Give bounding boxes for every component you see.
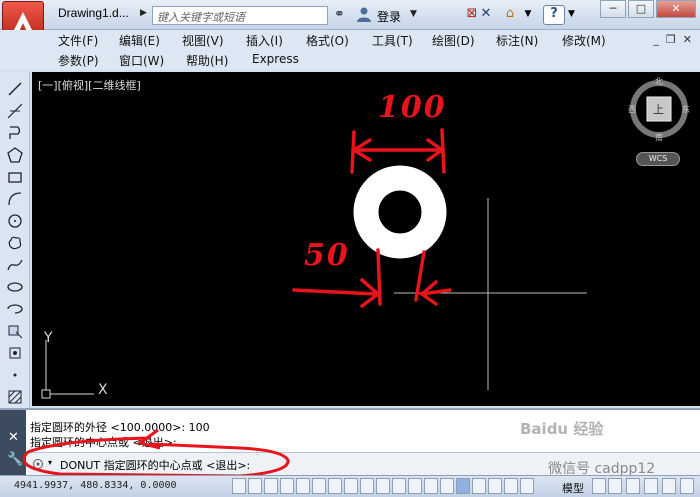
polyline-icon[interactable] [6,124,24,142]
menu-express[interactable]: Express [252,52,299,66]
status-bar: 4941.9937, 480.8334, 0.0000 模型 [0,475,700,497]
user-icon[interactable] [356,6,372,22]
object-snap-tracking-icon[interactable] [328,478,342,494]
arc-icon[interactable] [6,190,24,208]
dynamic-input-icon[interactable] [360,478,374,494]
ucs-x-label: X [98,382,108,398]
chevron-down-icon[interactable]: ▼ [410,9,417,19]
polar-tracking-icon[interactable] [280,478,294,494]
menu-tools[interactable]: 工具(T) [372,32,413,49]
layout-icon[interactable] [472,478,486,494]
annotation-monitor-icon[interactable] [440,478,454,494]
wcs-menu[interactable]: WCS [636,152,680,166]
minimize-button[interactable]: ─ [600,0,626,18]
menu-format[interactable]: 格式(O) [306,32,349,49]
insert-block-icon[interactable] [6,322,24,340]
line-icon[interactable] [6,80,24,98]
viewport-icon[interactable] [626,478,640,494]
quick-properties-icon[interactable] [408,478,422,494]
lock-icon[interactable] [662,478,676,494]
lineweight-icon[interactable] [376,478,390,494]
annotation-inner-dim-text: 50 [304,238,350,273]
3d-object-snap-icon[interactable] [312,478,326,494]
spline-icon[interactable] [6,256,24,274]
grid-toggle-icon[interactable] [456,478,470,494]
donut-shape [353,165,447,259]
annotation-outer-dim-text: 100 [378,90,447,125]
model-space-button[interactable]: 模型 [562,480,584,496]
grid-display-icon[interactable] [248,478,262,494]
circle-icon[interactable] [6,212,24,230]
point-icon[interactable] [6,366,24,384]
menu-insert[interactable]: 插入(I) [246,32,283,49]
autocad-window: Drawing1.d... ▶ 键入关键字或短语 ⚭ 登录 ▼ ⊠ ✕ ⌂ ▼ … [0,0,700,497]
viewcube-north[interactable]: 北 [655,76,663,87]
help-button[interactable]: ? [543,5,565,25]
menu-window[interactable]: 窗口(W) [119,52,164,69]
selection-cycling-icon[interactable] [424,478,438,494]
menu-parametric[interactable]: 参数(P) [58,52,99,69]
rectangle-icon[interactable] [6,168,24,186]
ucs-icon [41,340,94,399]
close-button[interactable]: ✕ [656,0,696,18]
ellipse-arc-icon[interactable] [6,300,24,318]
doc-close-icon[interactable]: ✕ [683,33,692,46]
doc-restore-icon[interactable]: ❐ [666,33,676,46]
menu-bar: 文件(F) 编辑(E) 视图(V) 插入(I) 格式(O) 工具(T) 绘图(D… [0,30,700,70]
transparency-icon[interactable] [392,478,406,494]
snap-mode-icon[interactable] [232,478,246,494]
viewcube-top-face[interactable]: 上 [653,101,664,117]
hatch-icon[interactable] [6,388,24,406]
command-window: ✕ 🔧 指定圆环的外径 <100.0000>: 100 指定圆环的中心点或 <退… [0,408,700,477]
drawing-layer [41,128,587,399]
viewcube-south[interactable]: 南 [655,132,663,143]
make-block-icon[interactable] [6,344,24,362]
watermark-brand: Baidu 经验 [520,420,604,438]
binoculars-icon[interactable]: ⚭ [334,7,345,22]
dynamic-ucs-icon[interactable] [344,478,358,494]
layout-2-icon[interactable] [608,478,622,494]
construction-line-icon[interactable] [6,102,24,120]
zoom-icon[interactable] [520,478,534,494]
workspace-icon[interactable] [644,478,658,494]
viewcube-west[interactable]: 西 [628,104,636,115]
layout-1-icon[interactable] [592,478,606,494]
menu-help[interactable]: 帮助(H) [186,52,228,69]
ellipse-icon[interactable] [6,278,24,296]
fullscreen-icon[interactable] [680,478,694,494]
drawing-canvas[interactable]: [一][俯视][二维线框] 100 50 Y X 北 南 东 西 上 WCS [32,72,700,406]
document-title: Drawing1.d... [58,6,129,20]
polygon-icon[interactable] [6,146,24,164]
chevron-down-icon[interactable]: ▼ [568,9,575,19]
link-icon[interactable]: ⌂ [502,6,518,22]
cursor-coordinates: 4941.9937, 480.8334, 0.0000 [14,480,177,491]
pan-icon[interactable] [504,478,518,494]
doc-minimize-icon[interactable]: _ [653,33,659,46]
maximize-button[interactable]: □ [628,0,654,18]
menu-edit[interactable]: 编辑(E) [119,32,160,49]
title-expand-icon[interactable]: ▶ [140,8,150,20]
draw-toolbar [0,72,30,412]
ucs-y-label: Y [44,330,53,346]
menu-modify[interactable]: 修改(M) [562,32,606,49]
mdi-window-controls: _ ❐ ✕ [653,33,692,46]
chevron-down-icon[interactable]: ▼ [520,6,536,22]
search-input[interactable]: 键入关键字或短语 [152,6,328,25]
menu-dimension[interactable]: 标注(N) [496,32,538,49]
object-snap-icon[interactable] [296,478,310,494]
x-icon[interactable]: ✕ [478,6,494,22]
menu-view[interactable]: 视图(V) [182,32,224,49]
menu-draw[interactable]: 绘图(D) [432,32,475,49]
title-bar: Drawing1.d... ▶ 键入关键字或短语 ⚭ 登录 ▼ ⊠ ✕ ⌂ ▼ … [0,0,700,30]
ortho-mode-icon[interactable] [264,478,278,494]
login-button[interactable]: 登录 [377,8,401,25]
menu-file[interactable]: 文件(F) [58,32,98,49]
viewcube[interactable]: 北 南 东 西 上 [628,76,690,143]
revision-cloud-icon[interactable] [6,234,24,252]
viewcube-east[interactable]: 东 [682,104,690,115]
quick-view-icon[interactable] [488,478,502,494]
